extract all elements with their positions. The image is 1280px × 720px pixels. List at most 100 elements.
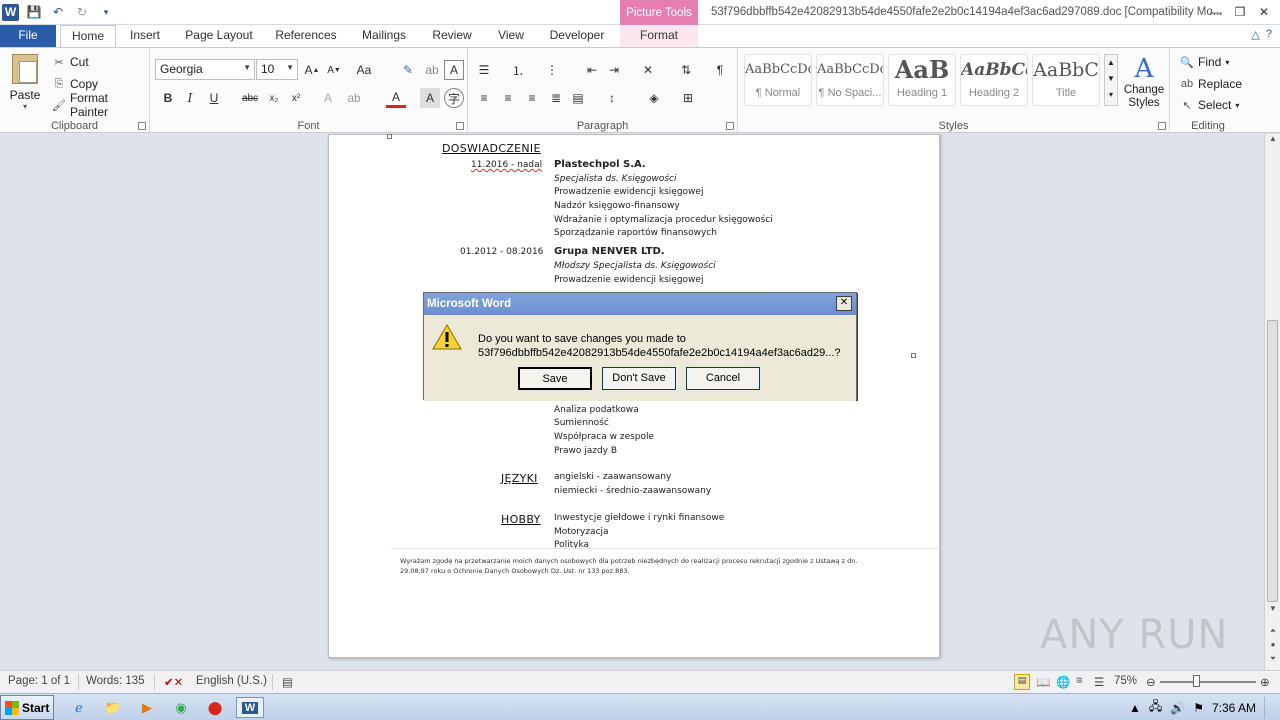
macro-recording-icon[interactable]: ▤ — [282, 675, 293, 689]
replace-button[interactable]: ab Replace — [1180, 74, 1242, 94]
zoom-slider-thumb[interactable] — [1193, 675, 1200, 687]
increase-indent-icon[interactable]: ⇥ — [604, 60, 624, 80]
anchor-handle[interactable] — [387, 134, 392, 139]
tab-page-layout[interactable]: Page Layout — [180, 25, 258, 47]
chrome-icon[interactable]: ◉ — [170, 697, 192, 718]
draft-view-icon[interactable]: ☰ — [1094, 675, 1104, 689]
print-layout-view-icon[interactable]: ▤ — [1014, 674, 1030, 690]
multilevel-list-icon[interactable]: ⋮ — [542, 60, 562, 80]
tab-format[interactable]: Format — [620, 25, 698, 47]
style-heading-1[interactable]: AaB Heading 1 — [888, 54, 956, 106]
undo-icon[interactable]: ↶ — [49, 3, 67, 21]
tab-mailings[interactable]: Mailings — [354, 25, 414, 47]
minimize-icon[interactable]: — — [1204, 2, 1228, 22]
dont-save-button[interactable]: Don't Save — [602, 367, 676, 390]
cancel-button[interactable]: Cancel — [686, 367, 760, 390]
start-button[interactable]: Start — [0, 695, 54, 720]
align-center-icon[interactable]: ≡ — [498, 88, 518, 108]
italic-icon[interactable]: I — [180, 88, 200, 108]
superscript-icon[interactable]: x² — [286, 88, 306, 108]
styles-launcher-icon[interactable] — [1158, 122, 1166, 130]
cut-button[interactable]: ✂ Cut — [52, 52, 88, 72]
style-title[interactable]: AaBbC Title — [1032, 54, 1100, 106]
scroll-thumb[interactable] — [1267, 320, 1278, 602]
select-button[interactable]: ↖ Select ▾ — [1180, 95, 1239, 115]
style-heading-2[interactable]: AaBbCc Heading 2 — [960, 54, 1028, 106]
find-button[interactable]: 🔍 Find ▾ — [1180, 52, 1229, 72]
zoom-level[interactable]: 75% — [1114, 675, 1137, 687]
font-family-select[interactable]: Georgia ▼ — [155, 59, 255, 80]
word-taskbar-button[interactable]: W — [236, 697, 264, 718]
sort-icon[interactable]: ⇅ — [676, 60, 696, 80]
next-page-icon[interactable]: ⏷ — [1265, 654, 1280, 668]
picture-resize-handle[interactable] — [911, 353, 916, 358]
font-launcher-icon[interactable] — [456, 122, 464, 130]
tab-developer[interactable]: Developer — [542, 25, 612, 47]
customize-qat-icon[interactable]: ▾ — [97, 3, 115, 21]
tab-review[interactable]: Review — [424, 25, 480, 47]
zoom-in-icon[interactable]: ⊕ — [1260, 675, 1270, 689]
paragraph-launcher-icon[interactable] — [726, 122, 734, 130]
zoom-slider[interactable] — [1160, 681, 1256, 683]
style-no-spacing[interactable]: AaBbCcDc ¶ No Spaci... — [816, 54, 884, 106]
tab-references[interactable]: References — [270, 25, 342, 47]
underline-icon[interactable]: U — [204, 88, 224, 108]
vertical-scrollbar[interactable]: ▲ ▼ ⏶ ● ⏷ — [1264, 134, 1280, 670]
dialog-close-icon[interactable]: ✕ — [836, 296, 852, 311]
tab-view[interactable]: View — [490, 25, 532, 47]
text-effects-icon[interactable]: A — [318, 88, 338, 108]
line-spacing-icon[interactable]: ↕ — [602, 88, 622, 108]
save-icon[interactable]: 💾 — [25, 3, 43, 21]
character-border-icon[interactable]: A — [444, 60, 464, 80]
align-right-icon[interactable]: ≡ — [522, 88, 542, 108]
decrease-indent-icon[interactable]: ⇤ — [582, 60, 602, 80]
redo-icon[interactable]: ↻ — [73, 3, 91, 21]
page-count[interactable]: Page: 1 of 1 — [8, 675, 70, 687]
grow-font-icon[interactable]: A ▲ — [302, 60, 322, 80]
dialog-title-bar[interactable]: Microsoft Word — [424, 293, 856, 315]
browse-object-icon[interactable]: ● — [1265, 640, 1280, 654]
tray-expand-icon[interactable]: ▲ — [1129, 701, 1141, 715]
opera-icon[interactable]: ⬤ — [204, 697, 226, 718]
close-window-icon[interactable]: ✕ — [1252, 2, 1276, 22]
tab-file[interactable]: File — [0, 25, 56, 47]
language-indicator[interactable]: English (U.S.) — [196, 675, 267, 687]
tab-home[interactable]: Home — [60, 25, 116, 47]
numbering-icon[interactable]: ⒈ — [508, 60, 528, 80]
save-button[interactable]: Save — [518, 367, 592, 390]
font-size-select[interactable]: 10 ▼ — [256, 59, 298, 80]
word-count[interactable]: Words: 135 — [86, 675, 145, 687]
internet-explorer-icon[interactable]: ℯ — [68, 697, 90, 718]
zoom-out-icon[interactable]: ⊖ — [1146, 675, 1156, 689]
shading-icon[interactable]: ◈ — [644, 88, 664, 108]
change-case-icon[interactable]: Aa — [354, 60, 374, 80]
network-icon[interactable]: 🖧 — [1149, 697, 1162, 718]
phonetic-guide-icon[interactable]: ab — [422, 60, 442, 80]
borders-icon[interactable]: ⊞ — [678, 88, 698, 108]
style-normal[interactable]: AaBbCcDc ¶ Normal — [744, 54, 812, 106]
restore-icon[interactable]: ❐ — [1228, 2, 1252, 22]
change-styles-button[interactable]: A Change Styles — [1122, 54, 1166, 110]
distributed-icon[interactable]: ▤ — [568, 88, 588, 108]
minimize-ribbon-icon[interactable]: △ — [1251, 28, 1259, 41]
format-painter-button[interactable]: 🖌 Format Painter — [52, 91, 149, 119]
scroll-down-icon[interactable]: ▼ — [1265, 604, 1280, 618]
web-layout-icon[interactable]: 🌐 — [1056, 675, 1070, 689]
proofing-icon[interactable]: ✔✕ — [164, 675, 183, 689]
action-center-flag-icon[interactable]: ⚑ — [1193, 701, 1204, 715]
folder-icon[interactable]: 📁 — [102, 697, 124, 718]
justify-icon[interactable]: ≣ — [546, 88, 566, 108]
tab-insert[interactable]: Insert — [120, 25, 170, 47]
scroll-up-icon[interactable]: ▲ — [1265, 134, 1280, 148]
pilcrow-icon[interactable]: ¶ — [710, 60, 730, 80]
volume-icon[interactable]: 🔊 — [1170, 701, 1185, 715]
font-color-icon[interactable]: A — [386, 88, 406, 108]
shrink-font-icon[interactable]: A ▼ — [324, 60, 344, 80]
previous-page-icon[interactable]: ⏶ — [1265, 626, 1280, 640]
paste-button[interactable]: Paste ▾ — [6, 52, 44, 114]
clear-formatting-icon[interactable]: ✎ — [398, 60, 418, 80]
highlight-color-icon[interactable]: ab — [344, 88, 364, 108]
strikethrough-icon[interactable]: abc — [240, 88, 260, 108]
clock[interactable]: 7:36 AM — [1212, 701, 1256, 715]
help-icon[interactable]: ? — [1266, 28, 1272, 41]
